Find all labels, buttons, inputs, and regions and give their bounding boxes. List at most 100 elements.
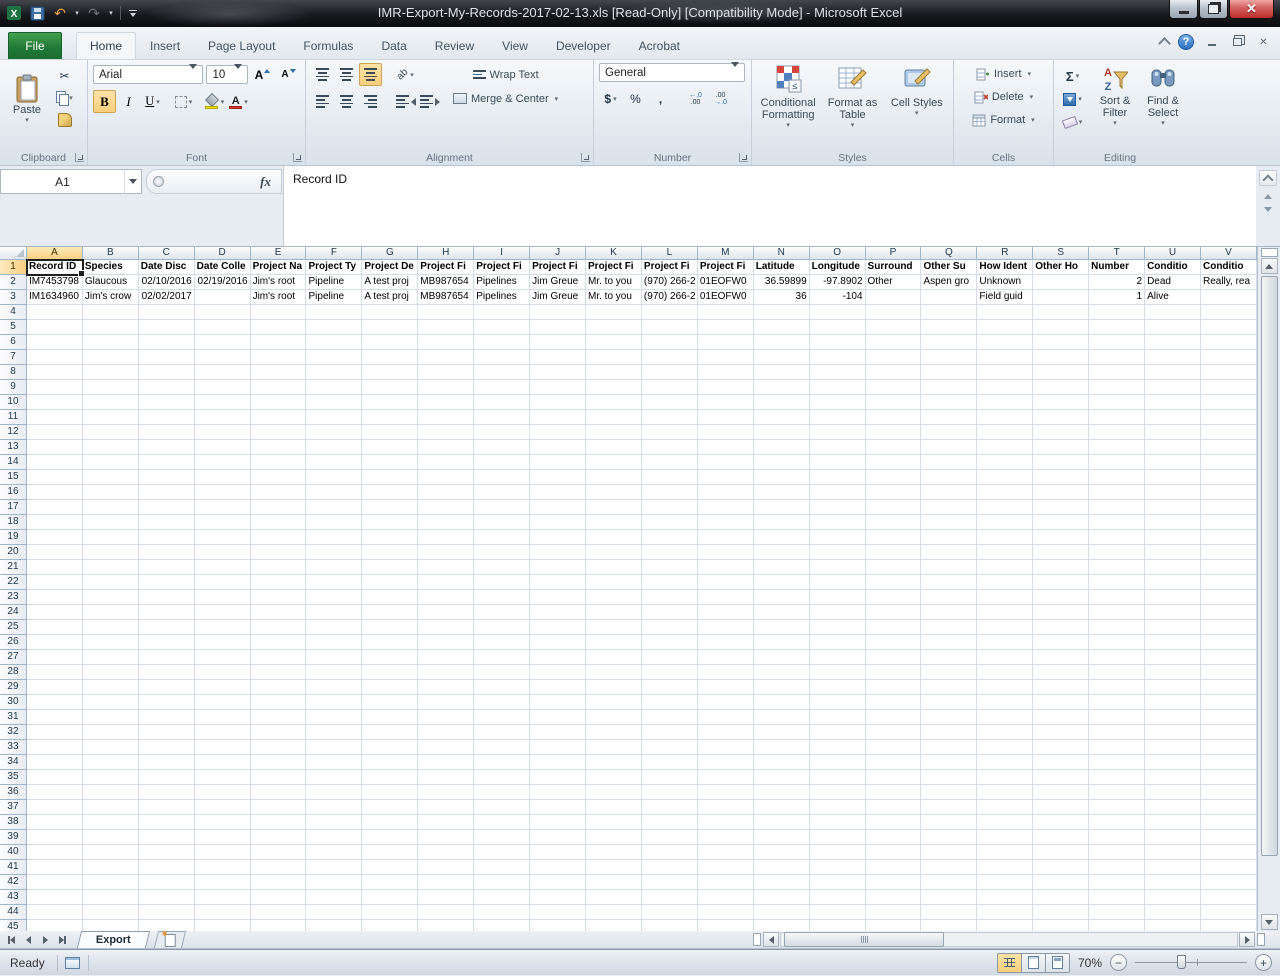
cell-A1[interactable]: Record ID [26, 260, 83, 275]
cell-B16[interactable] [82, 485, 139, 500]
cell-L10[interactable] [641, 395, 698, 410]
cell-K21[interactable] [586, 560, 642, 575]
cell-F10[interactable] [306, 395, 363, 410]
cell-O44[interactable] [809, 905, 866, 920]
cell-E27[interactable] [250, 650, 307, 665]
cell-U28[interactable] [1145, 665, 1201, 680]
cell-H16[interactable] [418, 485, 475, 500]
cell-B25[interactable] [82, 620, 139, 635]
cell-J25[interactable] [530, 620, 587, 635]
cell-T7[interactable] [1089, 350, 1146, 365]
cell-O10[interactable] [809, 395, 866, 410]
cell-B19[interactable] [82, 530, 139, 545]
row-header-8[interactable]: 8 [0, 365, 27, 380]
cell-O31[interactable] [809, 710, 866, 725]
cut-button[interactable]: ✂ [51, 65, 78, 86]
cell-K6[interactable] [586, 335, 642, 350]
cell-B8[interactable] [82, 365, 139, 380]
cell-K9[interactable] [586, 380, 642, 395]
cell-O43[interactable] [809, 890, 866, 905]
cell-K39[interactable] [586, 830, 642, 845]
row-header-24[interactable]: 24 [0, 605, 27, 620]
cell-M11[interactable] [697, 410, 754, 425]
cell-I28[interactable] [474, 665, 531, 680]
cell-I4[interactable] [474, 305, 531, 320]
cell-R12[interactable] [977, 425, 1034, 440]
cell-C16[interactable] [138, 485, 195, 500]
cell-T35[interactable] [1089, 770, 1146, 785]
cell-P26[interactable] [865, 635, 922, 650]
cell-C22[interactable] [138, 575, 195, 590]
cell-B15[interactable] [82, 470, 139, 485]
cell-M2[interactable]: 01EOFW0 [697, 275, 754, 290]
cell-F20[interactable] [306, 545, 363, 560]
cell-S38[interactable] [1033, 815, 1090, 830]
cell-L36[interactable] [641, 785, 698, 800]
cell-G16[interactable] [362, 485, 419, 500]
column-header-S[interactable]: S [1033, 247, 1090, 260]
cell-L32[interactable] [641, 725, 698, 740]
cell-B41[interactable] [82, 860, 139, 875]
font-dialog-launcher[interactable] [293, 153, 302, 162]
cell-O24[interactable] [809, 605, 866, 620]
cell-M38[interactable] [697, 815, 754, 830]
cell-F4[interactable] [306, 305, 363, 320]
cell-I38[interactable] [474, 815, 531, 830]
cell-V16[interactable] [1200, 485, 1257, 500]
cell-B21[interactable] [82, 560, 139, 575]
cell-H7[interactable] [418, 350, 475, 365]
cell-E28[interactable] [250, 665, 307, 680]
cell-O5[interactable] [809, 320, 866, 335]
restore-button[interactable] [1199, 0, 1228, 19]
cell-N4[interactable] [753, 305, 810, 320]
cell-U36[interactable] [1145, 785, 1201, 800]
cell-N44[interactable] [753, 905, 810, 920]
cell-A28[interactable] [26, 665, 83, 680]
cell-B36[interactable] [82, 785, 139, 800]
cell-A18[interactable] [26, 515, 83, 530]
cell-G37[interactable] [362, 800, 419, 815]
cell-H8[interactable] [418, 365, 475, 380]
cell-E35[interactable] [250, 770, 307, 785]
cell-D36[interactable] [194, 785, 251, 800]
cell-T36[interactable] [1089, 785, 1146, 800]
cell-S18[interactable] [1033, 515, 1090, 530]
tab-developer[interactable]: Developer [542, 32, 625, 59]
cell-C8[interactable] [138, 365, 195, 380]
cell-Q14[interactable] [921, 455, 978, 470]
cell-V3[interactable] [1200, 290, 1257, 305]
cell-D27[interactable] [194, 650, 251, 665]
cell-A20[interactable] [26, 545, 83, 560]
cell-F3[interactable]: Pipeline [306, 290, 363, 305]
cell-U17[interactable] [1145, 500, 1201, 515]
cell-B29[interactable] [82, 680, 139, 695]
cell-F29[interactable] [306, 680, 363, 695]
cell-V4[interactable] [1200, 305, 1257, 320]
cell-G14[interactable] [362, 455, 419, 470]
cell-H11[interactable] [418, 410, 475, 425]
row-header-27[interactable]: 27 [0, 650, 27, 665]
cell-I12[interactable] [474, 425, 531, 440]
cell-F1[interactable]: Project Ty [306, 260, 363, 275]
cell-L12[interactable] [641, 425, 698, 440]
horizontal-scroll-thumb[interactable] [784, 932, 944, 947]
cell-A14[interactable] [26, 455, 83, 470]
cell-J18[interactable] [530, 515, 587, 530]
cell-S17[interactable] [1033, 500, 1090, 515]
row-header-12[interactable]: 12 [0, 425, 27, 440]
delete-cells-button[interactable]: Delete [959, 87, 1048, 107]
cell-Q36[interactable] [921, 785, 978, 800]
cell-H2[interactable]: MB987654 [418, 275, 475, 290]
cell-J36[interactable] [530, 785, 587, 800]
cell-J11[interactable] [530, 410, 587, 425]
cell-N21[interactable] [753, 560, 810, 575]
cell-J31[interactable] [530, 710, 587, 725]
top-align-button[interactable] [311, 63, 334, 86]
cell-U34[interactable] [1145, 755, 1201, 770]
cell-V8[interactable] [1200, 365, 1257, 380]
cell-K11[interactable] [586, 410, 642, 425]
cell-T32[interactable] [1089, 725, 1146, 740]
cell-U31[interactable] [1145, 710, 1201, 725]
cell-C19[interactable] [138, 530, 195, 545]
cell-K16[interactable] [586, 485, 642, 500]
